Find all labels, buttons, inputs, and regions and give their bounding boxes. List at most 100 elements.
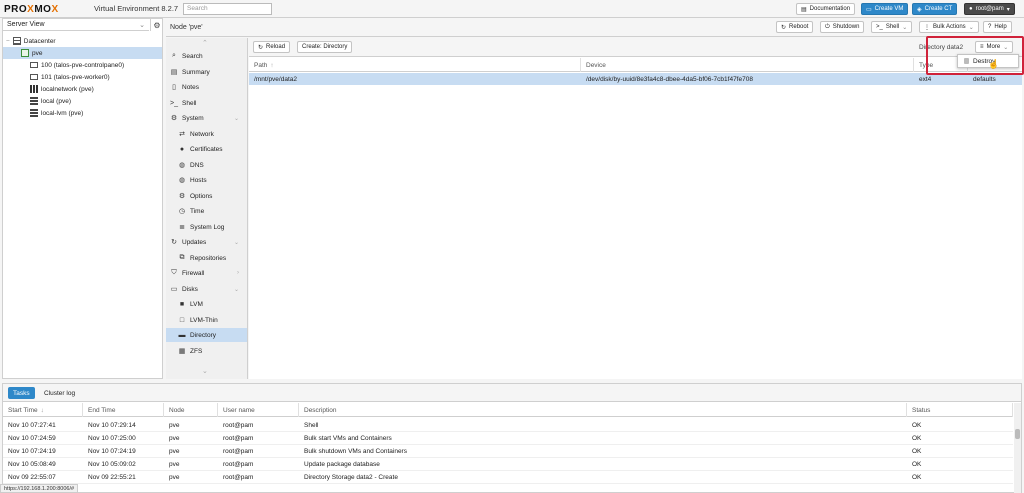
menu-item-network[interactable]: ⇄ Network	[166, 127, 247, 141]
tab-cluster-log[interactable]: Cluster log	[39, 387, 80, 399]
reload-button[interactable]: ↻ Reload	[253, 41, 291, 53]
vm-monitor-icon	[30, 62, 38, 68]
tree-item-local-lvm[interactable]: local-lvm (pve)	[3, 107, 162, 119]
menu-item-lvm-thin[interactable]: □ LVM-Thin	[166, 313, 247, 327]
scroll-up-icon[interactable]: ⌃	[202, 39, 208, 47]
help-button[interactable]: ? Help	[983, 21, 1012, 33]
tree-item-vm-100[interactable]: 100 (talos-pve-controlpane0)	[3, 59, 162, 71]
column-header-device[interactable]: Device	[581, 58, 914, 72]
cell-start-time: Nov 10 07:24:59	[8, 435, 56, 442]
column-header-end-time[interactable]: End Time	[83, 403, 164, 417]
cell-user: root@pam	[223, 448, 254, 455]
scroll-down-icon[interactable]: ⌄	[202, 367, 208, 375]
cell-status: OK	[912, 474, 922, 481]
column-header-node[interactable]: Node	[164, 403, 218, 417]
create-vm-button[interactable]: ▭ Create VM	[861, 3, 909, 15]
menu-item-repositories[interactable]: ⧉ Repositories	[166, 251, 247, 265]
reboot-button[interactable]: ↻ Reboot	[776, 21, 814, 33]
menu-item-time[interactable]: ◷ Time	[166, 204, 247, 218]
cell-start-time: Nov 10 07:27:41	[8, 422, 56, 429]
create-ct-button[interactable]: ◈ Create CT	[912, 3, 958, 15]
tree-item-local[interactable]: local (pve)	[3, 95, 162, 107]
table-row[interactable]: Nov 10 07:27:41 Nov 10 07:29:14 pve root…	[3, 419, 1013, 432]
tasks-tabbar: Tasks Cluster log	[3, 384, 1021, 402]
view-selector[interactable]: Server View ⌄	[3, 19, 149, 31]
menu-item-updates[interactable]: ↻ Updates ⌄	[166, 235, 247, 249]
menu-item-system[interactable]: ⚙ System ⌄	[166, 111, 247, 125]
shield-icon: ⛉	[171, 269, 177, 276]
cell-status: OK	[912, 461, 922, 468]
chevron-down-icon: ⌄	[139, 22, 145, 29]
proxmox-logo[interactable]: PRO X MO X	[4, 3, 59, 15]
chevron-down-icon: ⌄	[233, 239, 239, 246]
table-row[interactable]: Nov 10 05:08:49 Nov 10 05:09:02 pve root…	[3, 458, 1013, 471]
book-icon: ▤	[801, 6, 807, 13]
tree-item-pve[interactable]: pve	[3, 47, 162, 59]
shell-button[interactable]: >_ Shell ⌄	[871, 21, 913, 33]
menu-item-zfs[interactable]: ▦ ZFS	[166, 344, 247, 358]
cogs-icon: ⚙	[170, 115, 178, 122]
node-menu: ⌃ ⌕ Search ▤ Summary ▯ Notes >_ Shell ⚙ Syste…	[166, 38, 248, 379]
menu-item-shell[interactable]: >_ Shell	[166, 96, 247, 110]
cell-description: Directory Storage data2 - Create	[304, 474, 398, 481]
shutdown-button[interactable]: ⏻ Shutdown	[820, 21, 865, 33]
sort-desc-icon: ↓	[40, 406, 44, 414]
tasks-panel: Tasks Cluster log Start Time ↓ End Time …	[2, 383, 1022, 493]
user-menu-button[interactable]: ● root@pam ▾	[964, 3, 1015, 15]
tree-item-datacenter[interactable]: − Datacenter	[3, 35, 162, 47]
storage-icon	[30, 97, 38, 105]
table-row[interactable]: /mnt/pve/data2 /dev/disk/by-uuid/8e3fa4c…	[249, 73, 1022, 85]
files-icon: ⧉	[179, 254, 185, 261]
resource-tree-panel: Server View ⌄ ⚙ − Datacenter pve 100 (ta…	[2, 18, 163, 379]
status-url: https://192.168.1.200:8006/#	[0, 484, 79, 493]
terminal-icon: >_	[876, 24, 883, 30]
sort-asc-icon: ↑	[270, 61, 274, 69]
chevron-down-icon: ▾	[1006, 6, 1010, 13]
tree-item-vm-101[interactable]: 101 (talos-pve-worker0)	[3, 71, 162, 83]
menu-item-dns[interactable]: ◍ DNS	[166, 158, 247, 172]
menu-item-options[interactable]: ⚙ Options	[166, 189, 247, 203]
cell-description: Bulk start VMs and Containers	[304, 435, 392, 442]
monitor-icon: ▭	[866, 6, 872, 13]
column-header-user[interactable]: User name	[218, 403, 299, 417]
cell-node: pve	[169, 422, 180, 429]
table-row[interactable]: Nov 09 22:55:07 Nov 09 22:55:21 pve root…	[3, 471, 1013, 484]
menu-item-hosts[interactable]: ◍ Hosts	[166, 173, 247, 187]
notes-icon: ▯	[172, 84, 176, 91]
menu-item-search[interactable]: ⌕ Search	[166, 49, 247, 63]
chevron-down-icon: ⌄	[233, 286, 239, 293]
scrollbar-thumb[interactable]	[1015, 429, 1020, 439]
gear-icon[interactable]: ⚙	[150, 19, 163, 31]
tree-item-localnetwork[interactable]: localnetwork (pve)	[3, 83, 162, 95]
search-input[interactable]: Search	[183, 3, 272, 15]
table-row[interactable]: Nov 10 07:24:59 Nov 10 07:25:00 pve root…	[3, 432, 1013, 445]
search-icon: ⌕	[172, 52, 176, 59]
menu-icon: ⋮	[924, 24, 930, 31]
tab-tasks[interactable]: Tasks	[8, 387, 35, 399]
documentation-button[interactable]: ▤ Documentation	[796, 3, 856, 15]
menu-item-disks[interactable]: ▭ Disks ⌄	[166, 282, 247, 296]
column-header-path[interactable]: Path ↑	[249, 58, 581, 72]
tasks-scrollbar[interactable]	[1014, 403, 1021, 493]
column-header-description[interactable]: Description	[299, 403, 907, 417]
book-icon: ▤	[170, 69, 178, 76]
menu-item-certificates[interactable]: ● Certificates	[166, 142, 247, 156]
create-directory-button[interactable]: Create: Directory	[297, 41, 353, 53]
column-header-start-time[interactable]: Start Time ↓	[3, 403, 83, 417]
certificate-icon: ●	[179, 145, 185, 153]
directory-grid-header: Path ↑ Device Type	[249, 58, 1022, 72]
bulk-actions-button[interactable]: ⋮ Bulk Actions ⌄	[919, 21, 979, 33]
table-row[interactable]: Nov 10 07:24:19 Nov 10 07:24:19 pve root…	[3, 445, 1013, 458]
server-rack-icon	[12, 37, 21, 45]
menu-item-lvm[interactable]: ■ LVM	[166, 297, 247, 311]
directory-panel: ↻ Reload Create: Directory Directory dat…	[249, 38, 1022, 379]
menu-item-system-log[interactable]: ≣ System Log	[166, 220, 247, 234]
menu-item-notes[interactable]: ▯ Notes	[166, 80, 247, 94]
column-header-status[interactable]: Status	[907, 403, 1013, 417]
directory-toolbar: ↻ Reload Create: Directory Directory dat…	[249, 38, 1022, 57]
menu-item-directory[interactable]: ▬ Directory	[166, 328, 247, 342]
menu-item-summary[interactable]: ▤ Summary	[166, 65, 247, 79]
reboot-icon: ↻	[781, 24, 787, 31]
menu-item-firewall[interactable]: ⛉ Firewall ›	[166, 266, 247, 280]
vm-monitor-icon	[30, 74, 38, 80]
